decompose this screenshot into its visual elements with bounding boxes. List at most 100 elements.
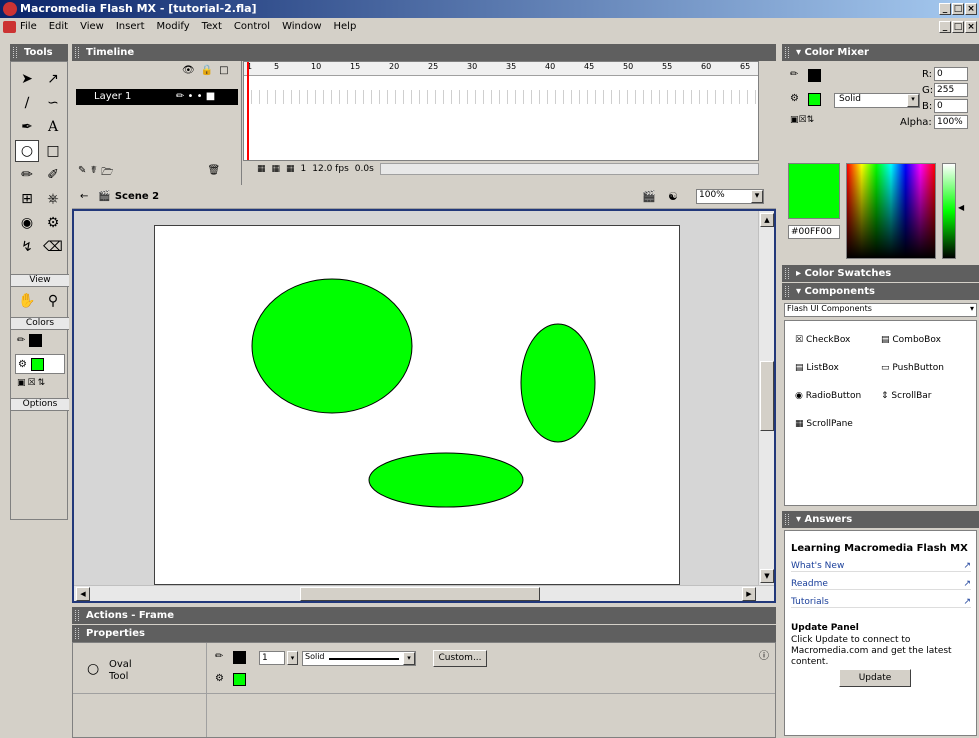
pencil-tool-icon[interactable]: ✏ [15, 164, 39, 186]
timeline-hscroll[interactable] [379, 163, 759, 175]
help-icon[interactable]: ⓘ [759, 647, 769, 662]
outline-icon[interactable]: □ [219, 65, 228, 76]
component-pushbutton[interactable]: ▭ PushButton [881, 363, 944, 373]
scroll-left-button[interactable]: ◀ [76, 587, 90, 601]
menu-view[interactable]: View [80, 18, 104, 36]
default-colors-icon[interactable]: ▣ [17, 378, 26, 388]
insert-layer-icon[interactable]: ✎ [78, 165, 86, 182]
menu-modify[interactable]: Modify [157, 18, 190, 36]
red-field[interactable] [934, 67, 968, 81]
stroke-color-swatch[interactable] [29, 334, 43, 347]
menu-window[interactable]: Window [282, 18, 321, 36]
scroll-down-button[interactable]: ▼ [760, 569, 774, 583]
onion-skin-icon[interactable]: ▦ [272, 164, 281, 174]
pen-tool-icon[interactable]: ✒ [15, 116, 39, 138]
subselect-tool-icon[interactable]: ↗ [41, 68, 65, 90]
zoom-tool-icon[interactable]: ⚲ [41, 290, 65, 312]
eyedropper-tool-icon[interactable]: ↯ [15, 236, 39, 258]
blue-field[interactable] [934, 99, 968, 113]
vscroll-thumb[interactable] [760, 361, 774, 431]
eraser-tool-icon[interactable]: ⌫ [41, 236, 65, 258]
layer-frames[interactable] [244, 90, 758, 104]
fill-color-swatch[interactable] [233, 673, 246, 686]
lock-icon[interactable]: 🔒 [201, 65, 213, 76]
set-dropdown-arrow[interactable]: ▾ [970, 304, 974, 313]
fill-color-row[interactable]: ⚙ [15, 354, 65, 374]
green-field[interactable] [934, 83, 968, 97]
stage-hscroll[interactable]: ◀ ▶ [74, 585, 774, 601]
color-spectrum[interactable] [846, 163, 936, 259]
mixer-fill-swatch[interactable] [808, 93, 821, 106]
playhead[interactable] [247, 62, 249, 160]
paint-bucket-tool-icon[interactable]: ⚙ [41, 212, 65, 234]
add-guide-layer-icon[interactable]: ☤ [90, 165, 97, 182]
back-arrow-icon[interactable]: ← [80, 191, 88, 202]
doc-minimize-button[interactable]: _ [939, 21, 951, 33]
lasso-tool-icon[interactable]: ∽ [41, 92, 65, 114]
stroke-style-select[interactable]: Solid ▾ [302, 651, 416, 666]
color-swatches-title[interactable]: ▸ Color Swatches [782, 265, 979, 282]
large-oval-shape[interactable] [251, 278, 413, 414]
zoom-select[interactable]: 100% ▾ [696, 189, 764, 204]
stage-area[interactable]: ▲ ▼ ◀ ▶ [72, 209, 776, 603]
component-radiobutton[interactable]: ◉ RadioButton [795, 391, 861, 401]
component-set-select[interactable]: Flash UI Components ▾ [784, 303, 977, 317]
doc-restore-button[interactable]: □ [952, 21, 964, 33]
delete-layer-icon[interactable]: 🗑 [208, 165, 221, 182]
zoom-dropdown-arrow[interactable]: ▾ [751, 190, 763, 203]
doc-close-button[interactable]: × [965, 21, 977, 33]
stroke-style-dropdown-arrow[interactable]: ▾ [403, 652, 415, 665]
hand-tool-icon[interactable]: ✋ [15, 290, 39, 312]
text-tool-icon[interactable]: A [41, 116, 65, 138]
scroll-right-button[interactable]: ▶ [742, 587, 756, 601]
tall-oval-shape[interactable] [520, 323, 596, 443]
stage-vscroll[interactable]: ▲ ▼ [758, 211, 774, 585]
custom-button[interactable]: Custom... [433, 650, 487, 667]
mixer-stroke-swatch[interactable] [808, 69, 821, 82]
flat-oval-shape[interactable] [368, 452, 524, 508]
link-whats-new[interactable]: What's New ↗ [791, 561, 971, 572]
fill-transform-tool-icon[interactable]: ⎈ [41, 188, 65, 210]
menu-help[interactable]: Help [334, 18, 357, 36]
eye-icon[interactable]: 👁 [182, 65, 195, 76]
actions-title[interactable]: Actions - Frame [72, 607, 776, 624]
stage-canvas[interactable] [154, 225, 680, 585]
menu-text[interactable]: Text [202, 18, 222, 36]
fill-type-dropdown-arrow[interactable]: ▾ [907, 94, 919, 107]
stroke-width-dropdown[interactable]: ▾ [287, 651, 298, 665]
maximize-button[interactable]: □ [952, 3, 964, 15]
components-title[interactable]: ▾ Components [782, 283, 979, 300]
no-color-icon[interactable]: ☒ [28, 378, 36, 388]
swap-colors-icon[interactable]: ⇅ [38, 378, 46, 388]
stroke-color-swatch[interactable] [233, 651, 246, 664]
brush-tool-icon[interactable]: ✐ [41, 164, 65, 186]
menu-edit[interactable]: Edit [49, 18, 68, 36]
component-scrollpane[interactable]: ▦ ScrollPane [795, 419, 853, 429]
timeline-title[interactable]: Timeline [72, 44, 776, 61]
scroll-up-button[interactable]: ▲ [760, 213, 774, 227]
minimize-button[interactable]: _ [939, 3, 951, 15]
stroke-color-row[interactable]: ✏ [17, 334, 43, 347]
link-tutorials[interactable]: Tutorials ↗ [791, 597, 971, 608]
answers-title[interactable]: ▾ Answers [782, 511, 979, 528]
arrow-tool-icon[interactable]: ➤ [15, 68, 39, 90]
insert-folder-icon[interactable]: 🗁 [101, 165, 113, 182]
layer-row[interactable]: Layer 1 ✏ • • ■ [76, 89, 238, 105]
update-button[interactable]: Update [839, 669, 911, 687]
brightness-slider[interactable] [942, 163, 956, 259]
component-checkbox[interactable]: ☒ CheckBox [795, 335, 850, 345]
menu-file[interactable]: File [20, 18, 37, 36]
onion-outline-icon[interactable]: ▦ [286, 164, 295, 174]
menu-control[interactable]: Control [234, 18, 270, 36]
component-listbox[interactable]: ▤ ListBox [795, 363, 839, 373]
stroke-width-field[interactable] [259, 651, 285, 665]
fill-color-swatch[interactable] [30, 357, 44, 371]
edit-symbol-icon[interactable]: ☯ [668, 190, 678, 203]
frames-area[interactable]: 1 5 10 15 20 25 30 35 40 45 50 55 60 65 [243, 61, 759, 161]
color-mixer-title[interactable]: ▾ Color Mixer [782, 44, 979, 61]
rectangle-tool-icon[interactable]: □ [41, 140, 65, 162]
hex-field[interactable] [788, 225, 840, 239]
edit-scene-icon[interactable]: 🎬 [642, 190, 656, 203]
tools-title[interactable]: Tools [10, 44, 68, 61]
ink-bottle-tool-icon[interactable]: ◉ [15, 212, 39, 234]
